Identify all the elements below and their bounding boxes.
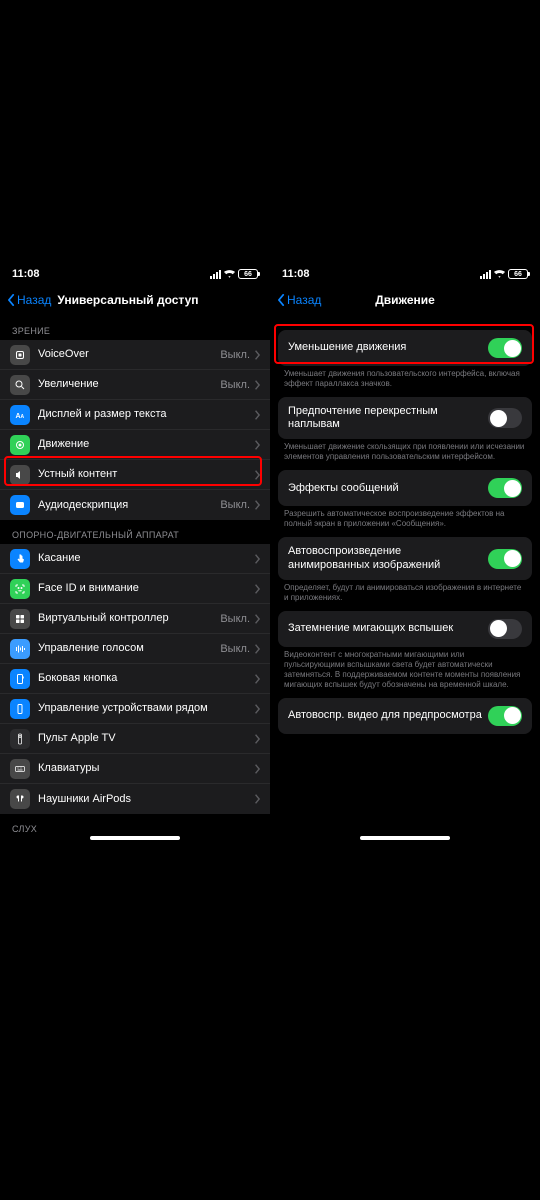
nearby-devices-icon — [10, 699, 30, 719]
zoom-icon — [10, 375, 30, 395]
voiceover-icon — [10, 345, 30, 365]
footnote-reduce-motion: Уменьшает движения пользовательского инт… — [284, 369, 526, 389]
appletv-remote-icon — [10, 729, 30, 749]
chevron-right-icon — [254, 764, 260, 774]
toggle-autoplay-animated[interactable] — [488, 549, 522, 569]
back-button[interactable]: Назад — [278, 293, 321, 307]
page-title: Универсальный доступ — [57, 293, 198, 307]
row-faceid[interactable]: Face ID и внимание — [0, 574, 270, 604]
row-crossfade: Предпочтение перекрестным наплывам — [278, 397, 532, 439]
row-autoplay-video-preview: Автовоспр. видео для предпросмотра — [278, 698, 532, 734]
row-side-button[interactable]: Боковая кнопка — [0, 664, 270, 694]
row-airpods[interactable]: Наушники AirPods — [0, 784, 270, 814]
toggle-crossfade[interactable] — [488, 408, 522, 428]
footnote-dim-flashing: Видеоконтент с многократными мигающими и… — [284, 650, 526, 690]
chevron-right-icon — [254, 794, 260, 804]
status-time: 11:08 — [282, 268, 310, 280]
toggle-autoplay-video-preview[interactable] — [488, 706, 522, 726]
chevron-right-icon — [254, 704, 260, 714]
switch-control-icon — [10, 609, 30, 629]
row-display-text[interactable]: AA Дисплей и размер текста — [0, 400, 270, 430]
chevron-right-icon — [254, 410, 260, 420]
row-voice-control[interactable]: Управление голосом Выкл. — [0, 634, 270, 664]
wifi-icon — [224, 270, 235, 278]
airpods-icon — [10, 789, 30, 809]
footnote-autoplay: Определяет, будут ли анимироваться изобр… — [284, 583, 526, 603]
row-appletv-remote[interactable]: Пульт Apple TV — [0, 724, 270, 754]
chevron-right-icon — [254, 440, 260, 450]
svg-text:A: A — [21, 414, 25, 420]
section-header-hearing: СЛУХ — [0, 814, 270, 838]
toggle-dim-flashing[interactable] — [488, 619, 522, 639]
back-label: Назад — [287, 293, 321, 307]
row-message-effects: Эффекты сообщений — [278, 470, 532, 506]
side-button-icon — [10, 669, 30, 689]
back-button[interactable]: Назад — [8, 293, 51, 307]
faceid-icon — [10, 579, 30, 599]
row-voiceover[interactable]: VoiceOver Выкл. — [0, 340, 270, 370]
chevron-right-icon — [254, 674, 260, 684]
back-label: Назад — [17, 293, 51, 307]
nav-bar: Назад Движение — [270, 284, 540, 316]
row-dim-flashing: Затемнение мигающих вспышек — [278, 611, 532, 647]
chevron-right-icon — [254, 614, 260, 624]
home-indicator[interactable] — [360, 836, 450, 840]
battery-icon: 66 — [508, 269, 528, 279]
status-right: 66 — [480, 269, 528, 279]
row-audio-descriptions[interactable]: Аудиодескрипция Выкл. — [0, 490, 270, 520]
battery-icon: 66 — [238, 269, 258, 279]
row-spoken-content[interactable]: Устный контент — [0, 460, 270, 490]
spoken-content-icon — [10, 465, 30, 485]
page-title: Движение — [375, 293, 435, 307]
display-text-icon: AA — [10, 405, 30, 425]
screen-accessibility: 11:08 66 Назад Универсальный доступ ЗРЕН… — [0, 264, 270, 844]
footnote-message-effects: Разрешить автоматическое воспроизведение… — [284, 509, 526, 529]
home-indicator[interactable] — [90, 836, 180, 840]
cellular-signal-icon — [480, 270, 491, 279]
status-bar: 11:08 66 — [270, 264, 540, 284]
touch-icon — [10, 549, 30, 569]
status-time: 11:08 — [12, 268, 40, 280]
audio-descriptions-icon — [10, 495, 30, 515]
keyboards-icon — [10, 759, 30, 779]
status-right: 66 — [210, 269, 258, 279]
row-motion[interactable]: Движение — [0, 430, 270, 460]
section-header-motor: ОПОРНО-ДВИГАТЕЛЬНЫЙ АППАРАТ — [0, 520, 270, 544]
chevron-right-icon — [254, 644, 260, 654]
row-autoplay-animated: Автовоспроизведение анимированных изобра… — [278, 537, 532, 579]
nav-bar: Назад Универсальный доступ — [0, 284, 270, 316]
chevron-right-icon — [254, 584, 260, 594]
chevron-right-icon — [254, 380, 260, 390]
row-zoom[interactable]: Увеличение Выкл. — [0, 370, 270, 400]
row-switch-control[interactable]: Виртуальный контроллер Выкл. — [0, 604, 270, 634]
row-reduce-motion: Уменьшение движения — [278, 330, 532, 366]
row-keyboards[interactable]: Клавиатуры — [0, 754, 270, 784]
svg-text:A: A — [16, 413, 21, 420]
footnote-crossfade: Уменьшает движение скользящих при появле… — [284, 442, 526, 462]
section-header-vision: ЗРЕНИЕ — [0, 316, 270, 340]
status-bar: 11:08 66 — [0, 264, 270, 284]
voice-control-icon — [10, 639, 30, 659]
chevron-right-icon — [254, 734, 260, 744]
toggle-message-effects[interactable] — [488, 478, 522, 498]
chevron-right-icon — [254, 500, 260, 510]
row-nearby-devices[interactable]: Управление устройствами рядом — [0, 694, 270, 724]
motion-icon — [10, 435, 30, 455]
chevron-right-icon — [254, 554, 260, 564]
row-touch[interactable]: Касание — [0, 544, 270, 574]
cellular-signal-icon — [210, 270, 221, 279]
toggle-reduce-motion[interactable] — [488, 338, 522, 358]
chevron-right-icon — [254, 470, 260, 480]
screen-motion: 11:08 66 Назад Движение Уменьшение движе… — [270, 264, 540, 844]
wifi-icon — [494, 270, 505, 278]
chevron-right-icon — [254, 350, 260, 360]
